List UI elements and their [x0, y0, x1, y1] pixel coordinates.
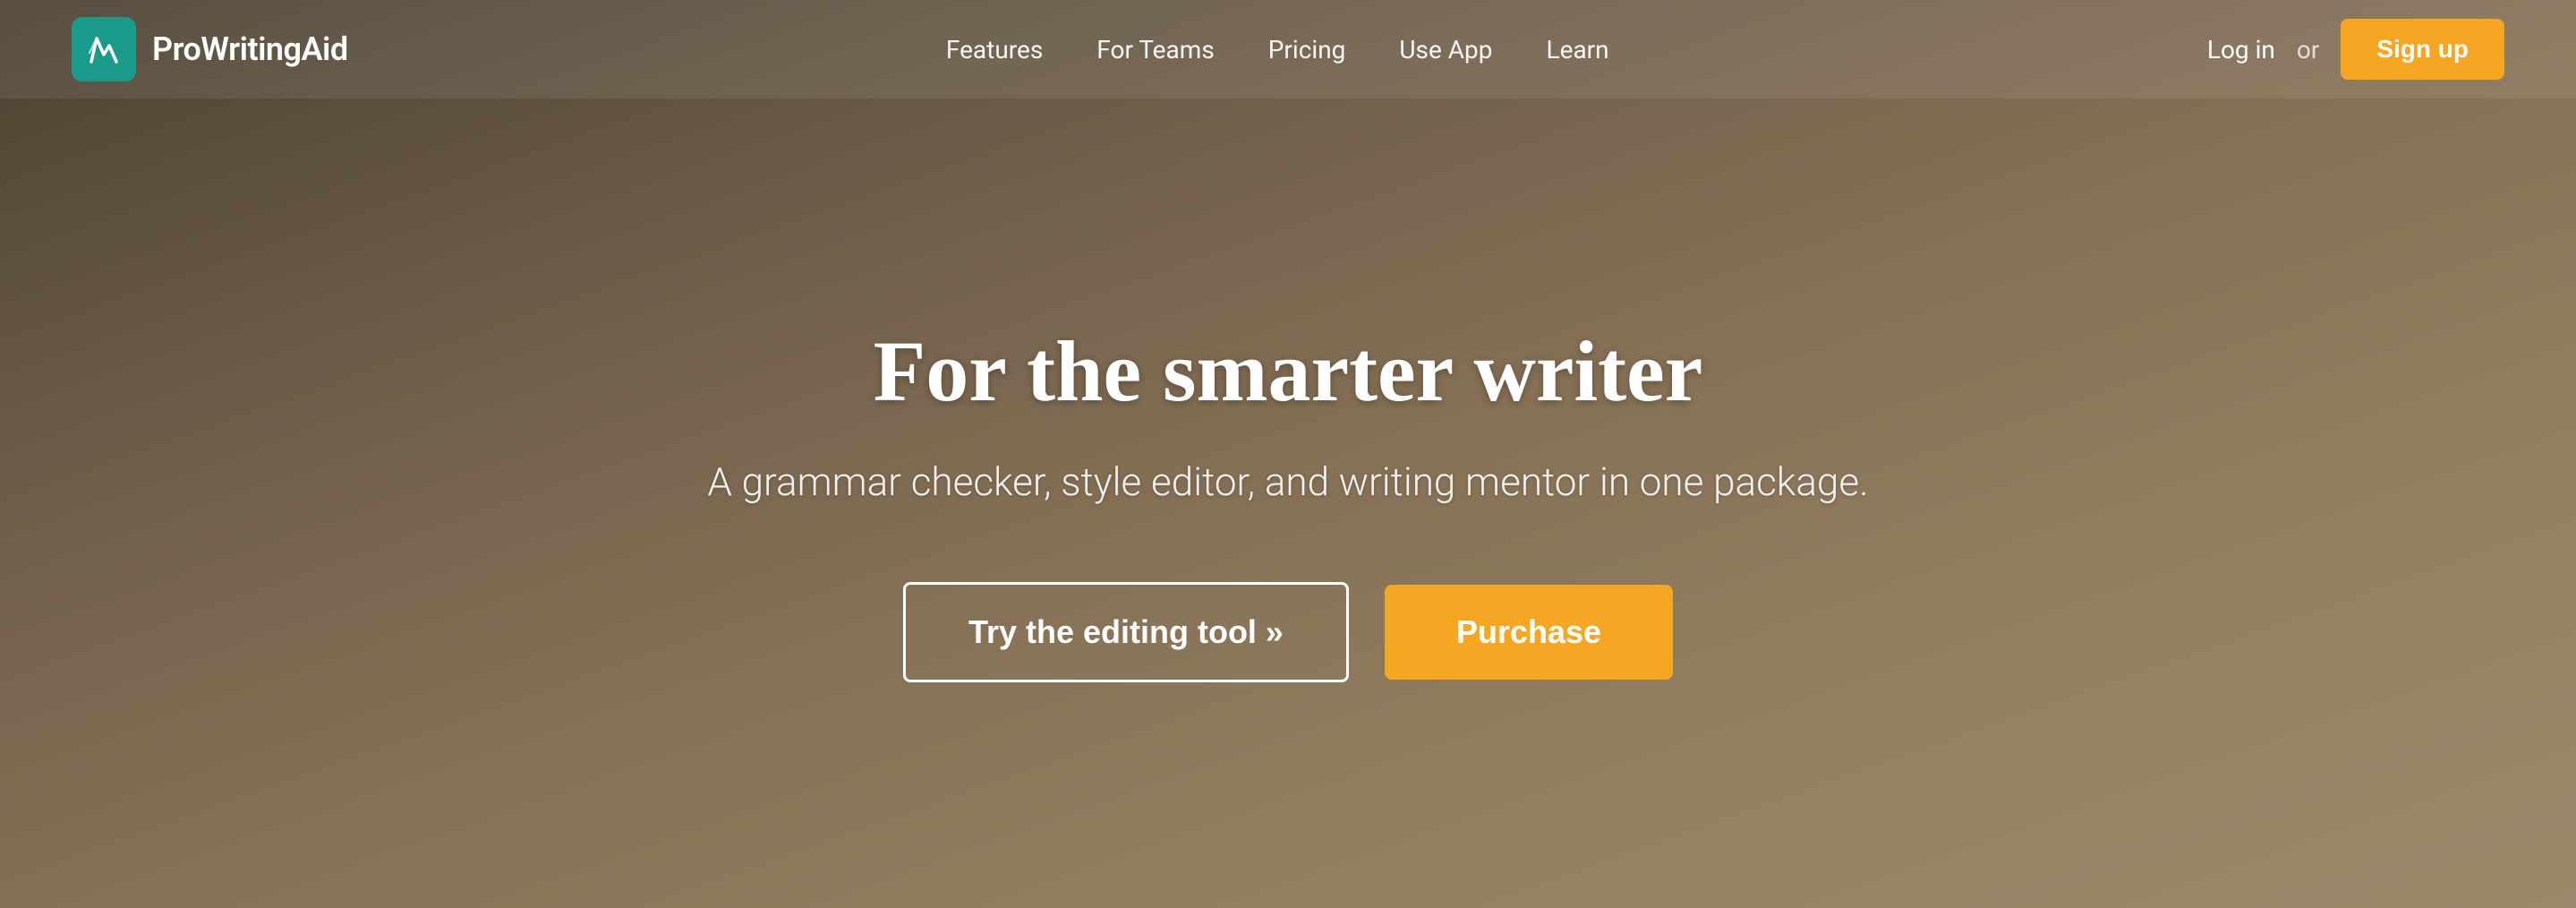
hero-subtitle: A grammar checker, style editor, and wri…: [707, 455, 1868, 510]
brand-name: ProWritingAid: [152, 30, 348, 68]
login-link[interactable]: Log in: [2207, 35, 2275, 64]
nav-pricing[interactable]: Pricing: [1268, 35, 1346, 64]
try-editing-tool-button[interactable]: Try the editing tool »: [903, 582, 1349, 682]
hero-section: ProWritingAid Features For Teams Pricing…: [0, 0, 2576, 908]
nav-or-text: or: [2297, 35, 2319, 64]
purchase-button[interactable]: Purchase: [1385, 585, 1673, 680]
brand-logo-icon: [72, 17, 136, 81]
brand-logo-link[interactable]: ProWritingAid: [72, 17, 348, 81]
nav-features[interactable]: Features: [946, 35, 1043, 64]
navbar-auth: Log in or Sign up: [2207, 19, 2504, 80]
signup-button[interactable]: Sign up: [2341, 19, 2504, 80]
nav-use-app[interactable]: Use App: [1399, 35, 1492, 64]
nav-for-teams[interactable]: For Teams: [1096, 35, 1214, 64]
navbar-nav: Features For Teams Pricing Use App Learn: [946, 35, 1609, 64]
hero-content: For the smarter writer A grammar checker…: [0, 99, 2576, 908]
navbar: ProWritingAid Features For Teams Pricing…: [0, 0, 2576, 99]
nav-learn[interactable]: Learn: [1547, 35, 1609, 64]
hero-title: For the smarter writer: [874, 324, 1703, 419]
hero-buttons: Try the editing tool » Purchase: [903, 582, 1673, 682]
